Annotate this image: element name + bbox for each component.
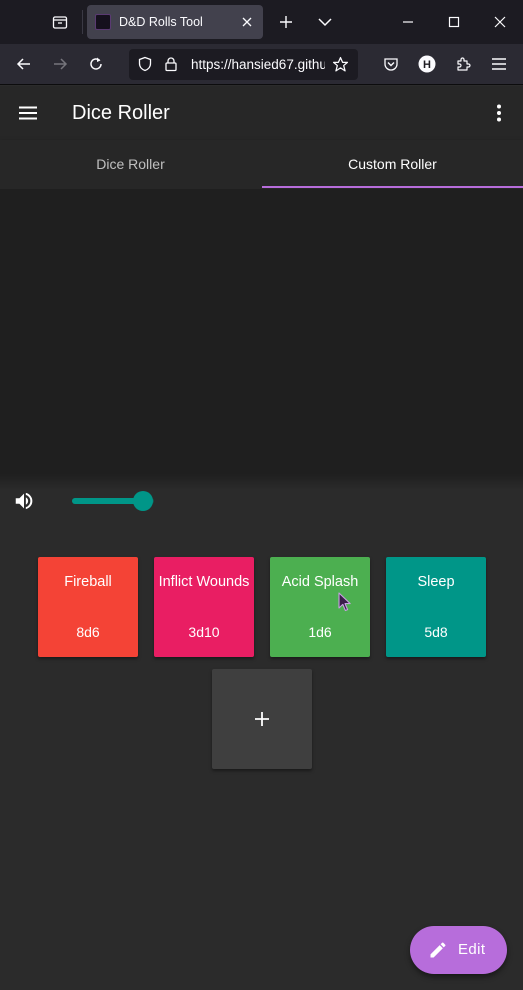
menu-icon[interactable] xyxy=(16,101,40,125)
more-vert-icon[interactable] xyxy=(487,101,511,125)
url-text[interactable]: https://hansied67.github.io xyxy=(191,57,325,72)
roll-card-name: Fireball xyxy=(64,574,112,590)
tracking-shield-icon[interactable] xyxy=(137,56,153,77)
close-tab-icon[interactable] xyxy=(239,14,255,30)
add-roll-button[interactable] xyxy=(212,669,312,769)
tab-separator xyxy=(82,10,83,34)
reload-icon[interactable] xyxy=(84,52,108,76)
roll-card-sleep[interactable]: Sleep 5d8 xyxy=(386,557,486,657)
maximize-window-icon[interactable] xyxy=(442,10,466,34)
volume-slider[interactable] xyxy=(72,489,154,513)
lock-icon[interactable] xyxy=(163,56,179,77)
site-favicon-icon xyxy=(95,14,111,30)
roll-card-dice: 8d6 xyxy=(76,624,100,640)
hamburger-menu-icon[interactable] xyxy=(487,52,511,76)
pocket-icon[interactable] xyxy=(379,52,403,76)
account-avatar-icon[interactable]: H xyxy=(415,52,439,76)
dice-area-divider xyxy=(0,474,523,490)
bookmark-star-icon[interactable] xyxy=(332,56,349,78)
roll-card-fireball[interactable]: Fireball 8d6 xyxy=(38,557,138,657)
roller-tabs: Dice Roller Custom Roller xyxy=(0,140,523,189)
app-bar: Dice Roller xyxy=(0,86,523,140)
extensions-puzzle-icon[interactable] xyxy=(451,52,475,76)
roll-card-name: Sleep xyxy=(417,574,455,590)
tab-custom-roller[interactable]: Custom Roller xyxy=(262,140,523,188)
forward-arrow-icon[interactable] xyxy=(48,52,72,76)
browser-tabstrip: D&D Rolls Tool xyxy=(0,0,523,44)
firefox-view-icon[interactable] xyxy=(48,10,72,34)
roll-card-dice: 5d8 xyxy=(424,624,448,640)
volume-slider-thumb[interactable] xyxy=(133,491,154,511)
pencil-icon xyxy=(426,938,450,962)
page-title: Dice Roller xyxy=(72,102,170,124)
list-all-tabs-icon[interactable] xyxy=(313,10,337,34)
edit-button-label: Edit xyxy=(458,941,486,958)
new-tab-icon[interactable] xyxy=(274,10,298,34)
browser-navbar: https://hansied67.github.io H xyxy=(0,44,523,85)
volume-up-icon[interactable] xyxy=(12,489,36,513)
plus-icon xyxy=(255,712,269,726)
dice-roll-area xyxy=(0,189,523,474)
address-bar[interactable]: https://hansied67.github.io xyxy=(129,49,358,80)
roll-card-name: Inflict Wounds xyxy=(158,574,250,590)
roll-card-dice: 1d6 xyxy=(308,624,332,640)
mouse-cursor-icon xyxy=(338,592,352,617)
back-arrow-icon[interactable] xyxy=(12,52,36,76)
close-window-icon[interactable] xyxy=(488,10,512,34)
roll-card-acid-splash[interactable]: Acid Splash 1d6 xyxy=(270,557,370,657)
svg-text:H: H xyxy=(423,59,431,71)
browser-tab[interactable]: D&D Rolls Tool xyxy=(87,5,263,39)
active-tab-indicator xyxy=(262,186,523,188)
roll-card-dice: 3d10 xyxy=(188,624,220,640)
browser-tab-title: D&D Rolls Tool xyxy=(119,15,203,29)
roll-card-inflict-wounds[interactable]: Inflict Wounds 3d10 xyxy=(154,557,254,657)
minimize-window-icon[interactable] xyxy=(396,10,420,34)
roll-card-name: Acid Splash xyxy=(281,574,359,590)
edit-button[interactable]: Edit xyxy=(410,926,507,974)
tab-dice-roller[interactable]: Dice Roller xyxy=(0,140,261,188)
